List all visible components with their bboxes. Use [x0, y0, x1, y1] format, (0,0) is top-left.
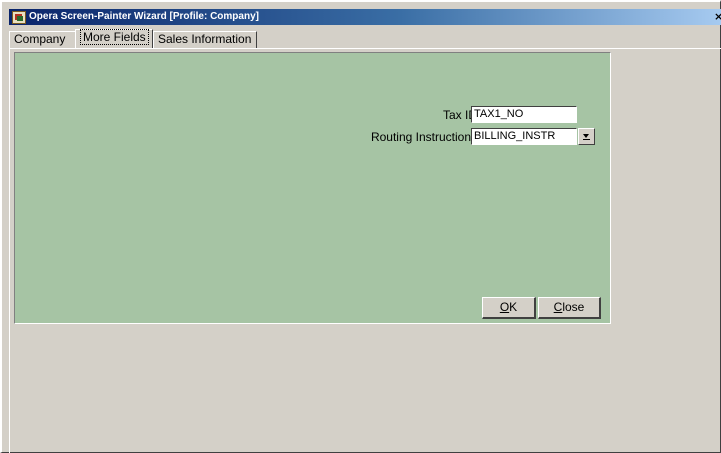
ok-mnemonic: O	[499, 300, 510, 314]
routing-instructions-label: Routing Instructions	[370, 130, 477, 144]
more-fields-form-panel: Tax ID TAX1_NO Routing Instructions BILL…	[14, 52, 611, 324]
routing-instructions-dropdown-button[interactable]	[578, 128, 595, 145]
dropdown-arrow-icon	[583, 134, 589, 138]
tab-more-fields[interactable]: More Fields	[75, 29, 153, 48]
tax-id-field[interactable]: TAX1_NO	[471, 106, 577, 123]
wizard-window: Opera Screen-Painter Wizard [Profile: Co…	[0, 0, 721, 453]
ok-label-rest: K	[509, 300, 518, 314]
title-bar[interactable]: Opera Screen-Painter Wizard [Profile: Co…	[9, 9, 721, 25]
close-window-button[interactable]: ×	[714, 11, 721, 23]
tab-company[interactable]: Company	[9, 31, 76, 48]
tab-more-fields-label: More Fields	[80, 29, 149, 45]
tab-company-label: Company	[14, 32, 66, 46]
dropdown-bar-icon	[583, 139, 590, 140]
tab-sales-information[interactable]: Sales Information	[153, 31, 257, 48]
routing-instructions-field[interactable]: BILLING_INSTR	[471, 128, 577, 145]
opera-app-icon	[12, 11, 26, 24]
close-button[interactable]: Close	[538, 297, 601, 319]
close-label-rest: lose	[562, 300, 585, 314]
ok-button[interactable]: OK	[482, 297, 536, 319]
window-title: Opera Screen-Painter Wizard [Profile: Co…	[29, 11, 259, 22]
tab-sales-information-label: Sales Information	[158, 32, 252, 46]
